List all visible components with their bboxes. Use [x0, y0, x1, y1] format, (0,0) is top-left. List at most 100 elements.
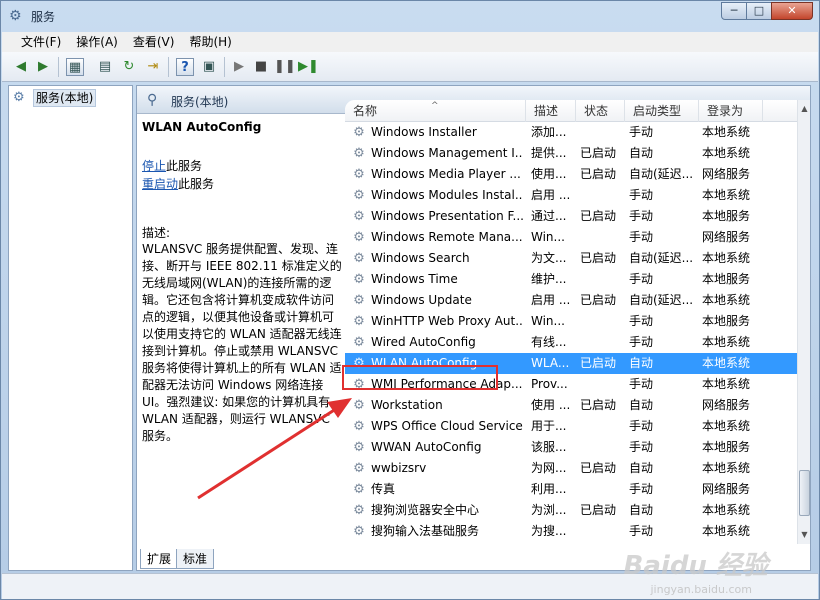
service-desc-cell: 启用 ...	[531, 188, 571, 202]
table-row[interactable]: ⚙ 搜狗输入法基础服务 为搜... 手动 本地系统	[345, 521, 797, 542]
start-icon[interactable]: ▶	[230, 58, 248, 76]
table-row[interactable]: ⚙ Windows Management I... 提供... 已启动 自动 本地系统	[345, 143, 797, 164]
pause-icon[interactable]: ❚❚	[274, 58, 296, 76]
table-row[interactable]: ⚙ Windows Time 维护... 手动 本地服务	[345, 269, 797, 290]
column-name[interactable]: ^ 名称	[345, 100, 526, 122]
scroll-up-icon[interactable]: ▲	[799, 102, 810, 116]
help-icon[interactable]: ?	[176, 58, 194, 76]
service-logon-cell: 本地系统	[702, 377, 751, 391]
pane-header-title: 服务(本地)	[171, 95, 229, 109]
service-logon-cell: 本地系统	[702, 461, 751, 475]
service-name-cell: Windows Remote Mana...	[371, 230, 523, 244]
service-name-cell: 搜狗输入法基础服务	[371, 524, 480, 538]
view-icon[interactable]: ▣	[200, 58, 218, 76]
close-button[interactable]: ✕	[771, 2, 813, 20]
table-row[interactable]: ⚙ WinHTTP Web Proxy Aut... Win... 手动 本地服务	[345, 311, 797, 332]
service-gear-icon: ⚙	[353, 503, 365, 518]
column-logon-as[interactable]: 登录为	[699, 100, 763, 122]
service-desc-cell: 为浏...	[531, 503, 567, 517]
menu-help[interactable]: 帮助(H)	[182, 32, 239, 52]
tree-item-services-local[interactable]: ⚙ 服务(本地)	[13, 89, 97, 107]
export-icon[interactable]: ⇥	[144, 58, 162, 76]
service-gear-icon: ⚙	[353, 398, 365, 413]
service-name-cell: Windows Installer	[371, 125, 477, 139]
refresh-icon[interactable]: ↻	[120, 58, 138, 76]
service-status-cell: 已启动	[580, 251, 617, 265]
service-name-cell: 传真	[371, 482, 396, 496]
service-logon-cell: 本地系统	[702, 524, 751, 538]
stop-icon[interactable]: ■	[252, 58, 270, 76]
service-name-cell: WinHTTP Web Proxy Aut...	[371, 314, 523, 328]
vertical-scrollbar[interactable]: ▲ ▼	[797, 100, 810, 544]
baidu-watermark-logo: Baidu 经验	[623, 551, 768, 581]
service-status-cell: 已启动	[580, 209, 617, 223]
service-startup-cell: 自动(延迟...	[629, 293, 694, 307]
service-status-cell: 已启动	[580, 167, 617, 181]
service-desc-cell: 使用 ...	[531, 398, 571, 412]
service-gear-icon: ⚙	[353, 440, 365, 455]
service-logon-cell: 本地系统	[702, 188, 751, 202]
table-row[interactable]: ⚙ Windows Remote Mana... Win... 手动 网络服务	[345, 227, 797, 248]
column-status[interactable]: 状态	[576, 100, 625, 122]
window-title: 服务	[31, 10, 56, 24]
restart-icon[interactable]: ▶❚	[298, 58, 319, 76]
minimize-button[interactable]: ─	[721, 2, 747, 20]
service-startup-cell: 手动	[629, 524, 654, 538]
sort-ascending-icon: ^	[431, 101, 439, 111]
column-name-label: 名称	[353, 104, 378, 118]
stop-service-link[interactable]: 停止	[142, 159, 166, 173]
table-row[interactable]: ⚙ WWAN AutoConfig 该服... 手动 本地服务	[345, 437, 797, 458]
table-row[interactable]: ⚙ wwbizsrv 为网... 已启动 自动 本地系统	[345, 458, 797, 479]
table-row[interactable]: ⚙ Wired AutoConfig 有线... 手动 本地系统	[345, 332, 797, 353]
column-description[interactable]: 描述	[526, 100, 576, 122]
service-desc-cell: 提供...	[531, 146, 567, 160]
service-startup-cell: 自动(延迟...	[629, 167, 694, 181]
table-row[interactable]: ⚙ Windows Search 为文... 已启动 自动(延迟... 本地系统	[345, 248, 797, 269]
table-row[interactable]: ⚙ Windows Update 启用 ... 已启动 自动(延迟... 本地系统	[345, 290, 797, 311]
properties-icon[interactable]: ▤	[96, 58, 114, 76]
table-row[interactable]: ⚙ 传真 利用... 手动 网络服务	[345, 479, 797, 500]
tab-standard[interactable]: 标准	[176, 549, 215, 569]
service-startup-cell: 自动	[629, 398, 654, 412]
scrollbar-thumb[interactable]	[799, 470, 810, 516]
service-startup-cell: 自动	[629, 356, 654, 370]
table-row[interactable]: ⚙ 搜狗浏览器安全中心 为浏... 已启动 自动 本地系统	[345, 500, 797, 521]
service-status-cell: 已启动	[580, 398, 617, 412]
table-row[interactable]: ⚙ Windows Presentation F... 通过... 已启动 手动 本地服务	[345, 206, 797, 227]
service-desc-cell: 利用...	[531, 482, 567, 496]
stop-service-line: 停止此服务	[142, 157, 202, 174]
service-gear-icon: ⚙	[353, 125, 365, 140]
table-row[interactable]: ⚙ Windows Media Player ... 使用... 已启动 自动(延迟..…	[345, 164, 797, 185]
service-logon-cell: 本地服务	[702, 440, 751, 454]
tab-extended[interactable]: 扩展	[140, 549, 179, 569]
menu-bar: 文件(F) 操作(A) 查看(V) 帮助(H)	[2, 32, 818, 52]
view-tabs: 扩展 标准	[136, 549, 376, 571]
forward-icon[interactable]: ▶	[34, 58, 52, 76]
service-name-cell: Windows Time	[371, 272, 458, 286]
back-icon[interactable]: ◀	[12, 58, 30, 76]
service-logon-cell: 网络服务	[702, 167, 751, 181]
restart-service-line: 重启动此服务	[142, 175, 214, 192]
scroll-down-icon[interactable]: ▼	[799, 528, 810, 542]
service-logon-cell: 本地系统	[702, 293, 751, 307]
console-tree-icon[interactable]: ▦	[66, 58, 84, 76]
menu-view[interactable]: 查看(V)	[126, 32, 183, 52]
table-row[interactable]: ⚙ Windows Modules Instal... 启用 ... 手动 本地系统	[345, 185, 797, 206]
column-startup-type[interactable]: 启动类型	[625, 100, 699, 122]
menu-file[interactable]: 文件(F)	[14, 32, 69, 52]
service-name-cell: Workstation	[371, 398, 443, 412]
table-row[interactable]: ⚙ WPS Office Cloud Service 用于... 手动 本地系统	[345, 416, 797, 437]
menu-action[interactable]: 操作(A)	[69, 32, 126, 52]
service-name-cell: Windows Modules Instal...	[371, 188, 523, 202]
service-desc-cell: 为搜...	[531, 524, 567, 538]
console-tree: ⚙ 服务(本地)	[8, 85, 133, 571]
service-gear-icon: ⚙	[353, 230, 365, 245]
service-desc-cell: 用于...	[531, 419, 567, 433]
restart-service-link[interactable]: 重启动	[142, 177, 178, 191]
service-logon-cell: 网络服务	[702, 398, 751, 412]
services-gear-icon: ⚙	[13, 90, 25, 105]
table-row[interactable]: ⚙ Workstation 使用 ... 已启动 自动 网络服务	[345, 395, 797, 416]
maximize-button[interactable]: □	[746, 2, 772, 20]
tree-item-label: 服务(本地)	[33, 89, 97, 107]
table-row[interactable]: ⚙ Windows Installer 添加... 手动 本地系统	[345, 122, 797, 143]
